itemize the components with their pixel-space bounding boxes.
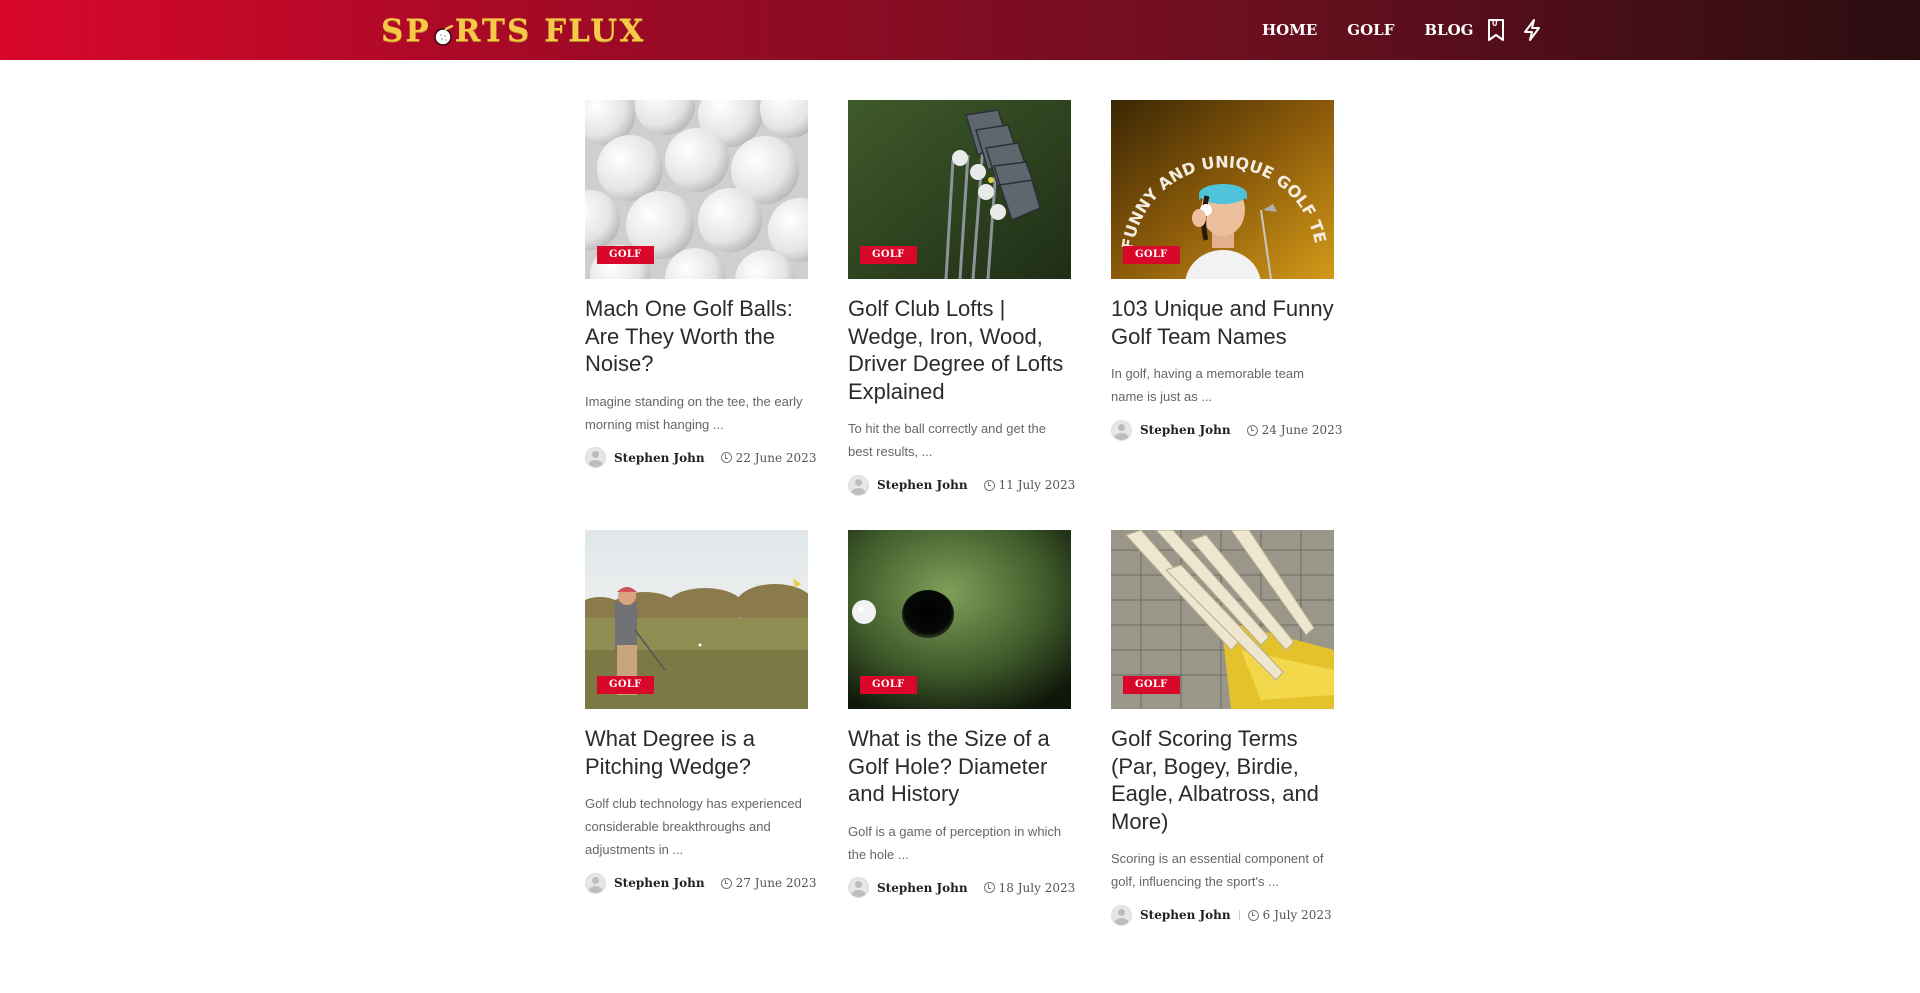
meta-divider [1238, 910, 1240, 920]
post-excerpt: Imagine standing on the tee, the early m… [585, 393, 803, 432]
post-title[interactable]: What is the Size of a Golf Hole? Diamete… [848, 725, 1071, 808]
clock-icon [1247, 909, 1259, 921]
post-excerpt: Scoring is an essential component of gol… [1111, 851, 1324, 889]
post-date: 11 July 2023 [998, 478, 1076, 492]
clock-icon [983, 882, 995, 893]
author-name[interactable]: Stephen John [614, 451, 705, 465]
nav-home[interactable]: HOME [1262, 18, 1317, 42]
site-logo[interactable]: SP RTS FLUX [381, 14, 645, 48]
post-thumbnail[interactable]: GOLF [848, 100, 1071, 279]
author-name[interactable]: Stephen John [1140, 908, 1231, 922]
bookmark-count: 0 [1492, 18, 1498, 29]
post-meta: Stephen John 6 July 2023 [1111, 904, 1334, 926]
author-name[interactable]: Stephen John [877, 478, 968, 492]
post-card: GOLF Golf Club Lofts | Wedge, Iron, Wood… [848, 100, 1075, 496]
post-date: 24 June 2023 [1261, 423, 1343, 437]
author-avatar[interactable] [1111, 419, 1132, 441]
author-avatar[interactable] [848, 877, 869, 898]
posts-grid: GOLF Mach One Golf Balls: Are They Worth… [585, 100, 1342, 926]
post-title[interactable]: What Degree is a Pitching Wedge? [585, 725, 808, 780]
logo-text-start: SP [381, 13, 431, 49]
post-date: 18 July 2023 [998, 880, 1076, 895]
category-badge[interactable]: GOLF [597, 246, 654, 264]
author-avatar[interactable] [585, 447, 606, 468]
author-name[interactable]: Stephen John [614, 876, 705, 890]
post-card: FUNNY AND UNIQUE GOLF TEAM NAMES GOLF 10… [1111, 100, 1342, 496]
post-excerpt: Golf club technology has experienced con… [585, 796, 802, 857]
post-meta: Stephen John 24 June 2023 [1111, 419, 1342, 441]
post-date: 27 June 2023 [735, 876, 817, 890]
clock-icon [983, 479, 995, 491]
post-meta: Stephen John 11 July 2023 [848, 474, 1075, 496]
post-meta: Stephen John 22 June 2023 [585, 447, 816, 469]
post-title[interactable]: Golf Scoring Terms (Par, Bogey, Birdie, … [1111, 725, 1334, 835]
nav-golf[interactable]: GOLF [1347, 18, 1394, 42]
golf-ball-logo-icon [432, 20, 454, 46]
category-badge[interactable]: GOLF [597, 676, 654, 694]
clock-icon [1246, 424, 1258, 436]
site-header: SP RTS FLUX HOME GOLF BLOG 0 [0, 0, 1920, 60]
category-badge[interactable]: GOLF [860, 676, 917, 694]
header-icons: 0 [1484, 16, 1544, 44]
post-thumbnail[interactable]: GOLF [585, 100, 808, 279]
post-card: GOLF Mach One Golf Balls: Are They Worth… [585, 100, 816, 496]
logo-text-end: RTS FLUX [454, 13, 646, 49]
post-excerpt: In golf, having a memorable team name is… [1111, 366, 1304, 404]
post-title[interactable]: 103 Unique and Funny Golf Team Names [1111, 295, 1334, 350]
post-excerpt: To hit the ball correctly and get the be… [848, 421, 1047, 459]
category-badge[interactable]: GOLF [860, 246, 917, 264]
clock-icon [720, 877, 732, 889]
post-thumbnail[interactable]: GOLF [848, 530, 1071, 709]
nav-blog[interactable]: BLOG [1424, 18, 1473, 42]
post-thumbnail[interactable]: GOLF [585, 530, 808, 709]
post-title[interactable]: Mach One Golf Balls: Are They Worth the … [585, 295, 808, 378]
author-avatar[interactable] [848, 474, 869, 496]
post-date: 22 June 2023 [735, 450, 817, 465]
post-meta: Stephen John 18 July 2023 [848, 877, 1075, 899]
category-badge[interactable]: GOLF [1123, 246, 1180, 264]
lightning-icon[interactable] [1520, 17, 1544, 43]
post-thumbnail[interactable]: GOLF [1111, 530, 1334, 709]
clock-icon [720, 452, 732, 463]
post-title[interactable]: Golf Club Lofts | Wedge, Iron, Wood, Dri… [848, 295, 1071, 405]
post-date: 6 July 2023 [1262, 908, 1332, 922]
post-card: GOLF Golf Scoring Terms (Par, Bogey, Bir… [1111, 530, 1334, 926]
post-thumbnail[interactable]: FUNNY AND UNIQUE GOLF TEAM NAMES GOLF [1111, 100, 1334, 279]
category-badge[interactable]: GOLF [1123, 676, 1180, 694]
author-avatar[interactable] [1111, 904, 1132, 926]
author-avatar[interactable] [585, 872, 606, 894]
post-excerpt: Golf is a game of perception in which th… [848, 823, 1062, 862]
bookmark-icon[interactable]: 0 [1484, 17, 1508, 43]
main-nav: HOME GOLF BLOG [1262, 18, 1503, 42]
post-card: GOLF What Degree is a Pitching Wedge? Go… [585, 530, 816, 926]
post-meta: Stephen John 27 June 2023 [585, 872, 816, 894]
post-card: GOLF What is the Size of a Golf Hole? Di… [848, 530, 1075, 926]
author-name[interactable]: Stephen John [1140, 423, 1231, 437]
author-name[interactable]: Stephen John [877, 881, 968, 895]
